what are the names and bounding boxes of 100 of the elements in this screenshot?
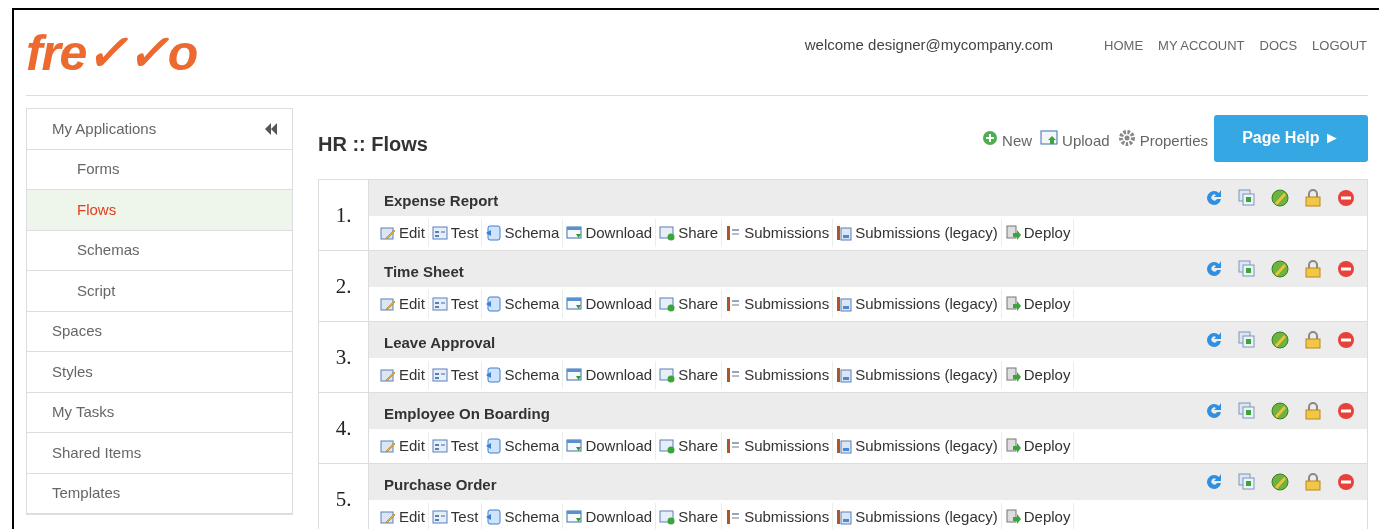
flow-name: Leave Approval <box>384 332 497 353</box>
refresh-icon[interactable] <box>1205 259 1223 278</box>
action-button[interactable]: Test <box>428 431 483 460</box>
action-button[interactable]: Edit <box>377 502 429 529</box>
copy-icon[interactable] <box>1238 330 1256 349</box>
action-button[interactable]: Test <box>428 289 483 318</box>
refresh-icon[interactable] <box>1205 330 1223 349</box>
action-button[interactable]: Share <box>656 218 723 247</box>
action-button[interactable]: Download <box>563 360 657 389</box>
action-button[interactable]: Edit <box>377 431 429 460</box>
action-button[interactable]: Deploy <box>1001 502 1075 529</box>
globe-pencil-icon[interactable] <box>1271 259 1289 278</box>
action-button[interactable]: Schema <box>482 218 564 247</box>
sidebar-item[interactable]: Templates <box>27 473 292 514</box>
toolbar-button[interactable]: Properties <box>1117 123 1208 153</box>
nav-link[interactable]: LOGOUT <box>1312 35 1367 56</box>
action-button[interactable]: Submissions <box>722 289 834 318</box>
notebook-form-icon <box>836 366 853 383</box>
notebook-icon <box>725 366 742 383</box>
sidebar-item[interactable]: Schemas <box>27 230 292 271</box>
nav-link[interactable]: DOCS <box>1259 35 1298 56</box>
action-button[interactable]: Submissions <box>722 218 834 247</box>
sidebar-item[interactable]: Script <box>27 271 292 312</box>
action-button[interactable]: Share <box>656 431 723 460</box>
copy-icon[interactable] <box>1238 401 1256 420</box>
padlock-icon[interactable] <box>1304 401 1322 420</box>
action-button[interactable]: Share <box>656 502 723 529</box>
toolbar-button[interactable]: Upload <box>1040 123 1110 153</box>
action-button[interactable]: Download <box>563 431 657 460</box>
refresh-icon[interactable] <box>1205 401 1223 420</box>
action-button[interactable]: Submissions (legacy) <box>833 502 1002 529</box>
padlock-icon[interactable] <box>1304 330 1322 349</box>
sidebar-item[interactable]: Spaces <box>27 311 292 352</box>
notebook-form-icon <box>836 224 853 241</box>
deploy-icon <box>1004 295 1021 312</box>
globe-pencil-icon[interactable] <box>1271 188 1289 207</box>
share-icon <box>659 224 676 241</box>
sidebar-item[interactable]: My Tasks <box>27 392 292 433</box>
action-button[interactable]: Download <box>563 289 657 318</box>
deploy-icon <box>1004 437 1021 454</box>
action-button[interactable]: Edit <box>377 289 429 318</box>
remove-icon[interactable] <box>1337 188 1355 207</box>
nav-link[interactable]: HOME <box>1104 35 1144 56</box>
action-button[interactable]: Share <box>656 360 723 389</box>
action-button[interactable]: Schema <box>482 502 564 529</box>
welcome-text: welcome designer@mycompany.com <box>804 35 1054 56</box>
notebook-icon <box>725 437 742 454</box>
notebook-form-icon <box>836 437 853 454</box>
remove-icon[interactable] <box>1337 259 1355 278</box>
deploy-icon <box>1004 508 1021 525</box>
action-button[interactable]: Submissions <box>722 502 834 529</box>
action-button[interactable]: Deploy <box>1001 218 1075 247</box>
remove-icon[interactable] <box>1337 472 1355 491</box>
action-button[interactable]: Deploy <box>1001 431 1075 460</box>
sidebar-item[interactable]: Styles <box>27 352 292 393</box>
globe-pencil-icon[interactable] <box>1271 401 1289 420</box>
padlock-icon[interactable] <box>1304 259 1322 278</box>
globe-pencil-icon[interactable] <box>1271 472 1289 491</box>
collapse-icon[interactable] <box>264 122 278 135</box>
copy-icon[interactable] <box>1238 188 1256 207</box>
action-button[interactable]: Schema <box>482 289 564 318</box>
action-button[interactable]: Deploy <box>1001 289 1075 318</box>
action-button[interactable]: Download <box>563 218 657 247</box>
globe-pencil-icon[interactable] <box>1271 330 1289 349</box>
share-icon <box>659 437 676 454</box>
remove-icon[interactable] <box>1337 330 1355 349</box>
action-button[interactable]: Submissions <box>722 360 834 389</box>
action-button[interactable]: Submissions (legacy) <box>833 289 1002 318</box>
flow-name: Expense Report <box>384 190 500 211</box>
notebook-icon <box>725 295 742 312</box>
action-button[interactable]: Download <box>563 502 657 529</box>
action-button[interactable]: Share <box>656 289 723 318</box>
action-button[interactable]: Test <box>428 502 483 529</box>
padlock-icon[interactable] <box>1304 188 1322 207</box>
action-button[interactable]: Edit <box>377 360 429 389</box>
action-button[interactable]: Submissions <box>722 431 834 460</box>
action-button[interactable]: Submissions (legacy) <box>833 218 1002 247</box>
action-button[interactable]: Schema <box>482 360 564 389</box>
sidebar-item[interactable]: Shared Items <box>27 433 292 474</box>
copy-icon[interactable] <box>1238 472 1256 491</box>
copy-icon[interactable] <box>1238 259 1256 278</box>
pencil-form-icon <box>380 224 396 241</box>
action-button[interactable]: Submissions (legacy) <box>833 360 1002 389</box>
action-button[interactable]: Edit <box>377 218 429 247</box>
action-button[interactable]: Submissions (legacy) <box>833 431 1002 460</box>
refresh-icon[interactable] <box>1205 188 1223 207</box>
action-button[interactable]: Test <box>428 360 483 389</box>
sidebar-item[interactable]: My Applications <box>27 109 292 150</box>
sidebar-item[interactable]: Flows <box>27 190 292 231</box>
pencil-form-icon <box>380 366 396 383</box>
padlock-icon[interactable] <box>1304 472 1322 491</box>
nav-link[interactable]: MY ACCOUNT <box>1158 35 1245 56</box>
action-button[interactable]: Test <box>428 218 483 247</box>
remove-icon[interactable] <box>1337 401 1355 420</box>
toolbar-button[interactable]: New <box>982 123 1033 153</box>
action-button[interactable]: Schema <box>482 431 564 460</box>
deploy-icon <box>1004 366 1021 383</box>
refresh-icon[interactable] <box>1205 472 1223 491</box>
action-button[interactable]: Deploy <box>1001 360 1075 389</box>
notebook-icon <box>725 224 742 241</box>
